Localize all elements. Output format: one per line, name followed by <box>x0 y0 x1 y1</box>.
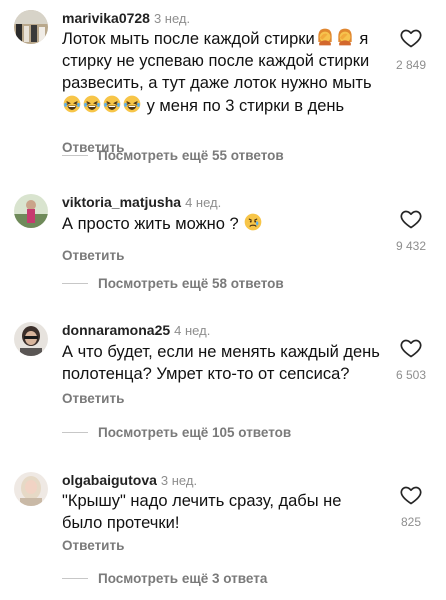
comment-line: Лоток мыть после каждой стирки <box>62 30 315 48</box>
likes-count: 2 849 <box>395 58 427 72</box>
like-button[interactable]: 825 <box>390 483 432 529</box>
avatar[interactable] <box>14 10 48 44</box>
divider <box>62 577 88 579</box>
comment-text: А что будет, если не менять каждый день … <box>62 341 387 385</box>
comment-text: А просто жить можно ? <box>62 212 387 235</box>
comment-line: я <box>354 30 369 48</box>
heart-outline-icon[interactable] <box>399 207 423 231</box>
heart-outline-icon[interactable] <box>399 26 423 50</box>
username[interactable]: donnaramona25 <box>62 322 170 338</box>
likes-count: 825 <box>400 515 422 529</box>
comment-age: 3 нед. <box>160 473 198 488</box>
heart-outline-icon[interactable] <box>399 483 423 507</box>
laughing-emoji-icon <box>62 94 82 114</box>
view-more-replies-button[interactable]: Посмотреть ещё 105 ответов <box>62 424 291 440</box>
view-more-replies-label: Посмотреть ещё 55 ответов <box>98 147 284 163</box>
divider <box>62 431 88 433</box>
laughing-emoji-icon <box>122 94 142 114</box>
comment-line: А что будет, если не менять каждый день <box>62 343 380 361</box>
likes-count: 9 432 <box>395 239 427 253</box>
avatar[interactable] <box>14 194 48 228</box>
comment-line: развесить, а тут даже лоток нужно мыть <box>62 74 372 92</box>
woman-facepalming-emoji-icon <box>335 27 355 47</box>
comment-line: А просто жить можно ? <box>62 215 239 233</box>
comment-age: 4 нед. <box>174 323 211 338</box>
heart-outline-icon[interactable] <box>399 336 423 360</box>
comment-line: было протечки! <box>62 514 180 532</box>
laughing-emoji-icon <box>102 94 122 114</box>
avatar[interactable] <box>14 472 48 506</box>
username[interactable]: marivika0728 <box>62 10 150 26</box>
like-button[interactable]: 2 849 <box>390 26 432 72</box>
comment-meta: olgabaigutova 3 нед. <box>62 471 197 490</box>
view-more-replies-label: Посмотреть ещё 58 ответов <box>98 275 284 291</box>
comment-line: "Крышу" надо лечить сразу, дабы не <box>62 492 342 510</box>
comment-meta: donnaramona25 4 нед. <box>62 321 210 340</box>
reply-button[interactable]: Ответить <box>62 248 124 264</box>
comment-line: у меня по 3 стирки в день <box>142 97 345 115</box>
divider <box>62 154 88 156</box>
username[interactable]: olgabaigutova <box>62 472 157 488</box>
comment-line: полотенца? Умрет кто-то от сепсиса? <box>62 365 350 383</box>
divider <box>62 282 88 284</box>
likes-count: 6 503 <box>395 368 427 382</box>
reply-button[interactable]: Ответить <box>62 538 124 554</box>
comment-meta: viktoria_matjusha 4 нед. <box>62 193 221 212</box>
view-more-replies-button[interactable]: Посмотреть ещё 58 ответов <box>62 275 284 291</box>
laughing-emoji-icon <box>82 94 102 114</box>
avatar[interactable] <box>14 322 48 356</box>
comment-text: Лоток мыть после каждой стирки я стирку … <box>62 27 387 117</box>
like-button[interactable]: 9 432 <box>390 207 432 253</box>
comment-age: 3 нед. <box>153 11 191 26</box>
view-more-replies-label: Посмотреть ещё 105 ответов <box>98 424 292 440</box>
view-more-replies-label: Посмотреть ещё 3 ответа <box>98 570 268 586</box>
crying-face-emoji-icon <box>243 212 263 232</box>
reply-button[interactable]: Ответить <box>62 391 124 407</box>
like-button[interactable]: 6 503 <box>390 336 432 382</box>
comment-text: "Крышу" надо лечить сразу, дабы не было … <box>62 490 387 534</box>
woman-facepalming-emoji-icon <box>315 27 335 47</box>
comment-line: стирку не успеваю после каждой стирки <box>62 52 370 70</box>
comment-age: 4 нед. <box>185 195 222 210</box>
username[interactable]: viktoria_matjusha <box>62 194 181 210</box>
comment-meta: marivika0728 3 нед. <box>62 9 190 28</box>
view-more-replies-button[interactable]: Посмотреть ещё 55 ответов <box>62 147 284 163</box>
view-more-replies-button[interactable]: Посмотреть ещё 3 ответа <box>62 570 267 586</box>
